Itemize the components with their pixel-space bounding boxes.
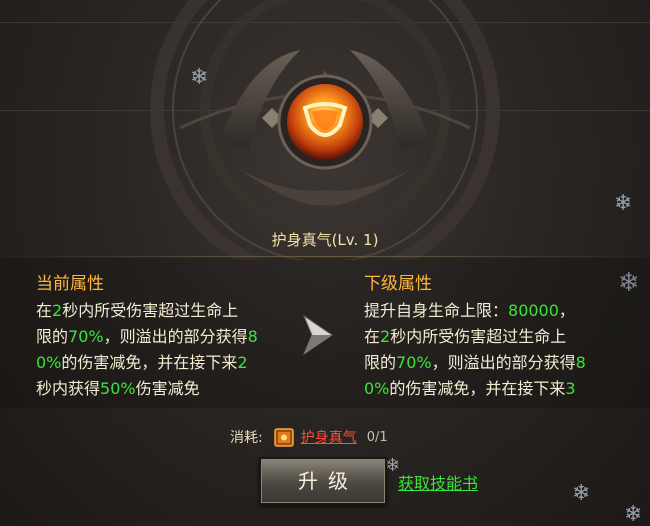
attribute-text: 秒内所受伤害超过生命上 [390,327,567,346]
attribute-line: 0%的伤害减免，并在接下来2 [36,350,288,376]
attribute-text: 限的 [364,353,397,372]
attribute-line: 秒内获得50%伤害减免 [36,376,288,402]
highlight-value: 3 [565,379,576,398]
cost-item-name[interactable]: 护身真气 [301,427,357,447]
skill-emblem [150,0,500,260]
attribute-text: 在 [364,327,381,346]
attribute-text: 限的 [36,327,69,346]
attribute-text: 秒内获得 [36,379,101,398]
attribute-line: 限的70%，则溢出的部分获得8 [36,324,288,350]
highlight-value: 2 [380,327,391,346]
cost-row: 消耗: 护身真气 0/1 [230,425,388,449]
next-attributes-heading: 下级属性 [364,274,432,294]
snowflake-icon: ❄ [572,481,591,506]
current-attributes-text: 在2秒内所受伤害超过生命上 限的70%，则溢出的部分获得8 0%的伤害减免，并在接下… [36,298,288,402]
attribute-text: 提升自身生命上限： [364,301,509,320]
attribute-text: 的伤害减免，并在接下来 [389,379,566,398]
attribute-line: 在2秒内所受伤害超过生命上 [36,298,288,324]
attribute-text: ， [558,301,575,320]
attribute-text: 伤害减免 [135,379,200,398]
cost-item-count: 0/1 [366,429,388,445]
snowflake-icon: ❄ [614,191,633,216]
snowflake-icon: ❄ [190,65,209,90]
divider [0,256,650,257]
next-attributes-text: 提升自身生命上限：80000， 在2秒内所受伤害超过生命上 限的70%，则溢出的部分… [364,298,616,402]
next-attributes: 下级属性 提升自身生命上限：80000， 在2秒内所受伤害超过生命上 限的70%，则… [364,272,616,402]
highlight-value: 0% [36,353,62,372]
cost-label: 消耗: [230,430,263,446]
skill-upgrade-panel: ❄ ❄ ❄ ❄ ❄ ❄ 护身真气(Lv. 1) 当前属性 在2秒内所受伤害超过生… [0,0,650,526]
upgrade-button[interactable]: 升级 [259,457,387,505]
highlight-value: 8 [247,327,258,346]
highlight-value: 8 [575,353,586,372]
highlight-value: 70% [396,353,432,372]
skill-title: 护身真气(Lv. 1) [0,229,650,250]
skill-name: 护身真气 [271,231,332,249]
skill-level: (Lv. 1) [331,231,379,249]
highlight-value: 0% [364,379,390,398]
arrow-right-icon [302,314,333,356]
highlight-value: 2 [237,353,248,372]
attribute-line: 在2秒内所受伤害超过生命上 [364,324,616,350]
attribute-text: 的伤害减免，并在接下来 [61,353,238,372]
highlight-value: 2 [52,301,63,320]
attribute-text: ，则溢出的部分获得 [103,327,248,346]
highlight-value: 80000 [508,301,559,320]
attribute-text: ，则溢出的部分获得 [431,353,576,372]
highlight-value: 50% [100,379,136,398]
highlight-value: 70% [68,327,104,346]
attribute-line: 0%的伤害减免，并在接下来3 [364,376,616,402]
get-skill-book-link[interactable]: 获取技能书 [398,470,478,494]
attribute-text: 在 [36,301,53,320]
current-attributes-heading: 当前属性 [36,274,104,294]
current-attributes: 当前属性 在2秒内所受伤害超过生命上 限的70%，则溢出的部分获得8 0%的伤害减免… [36,272,288,402]
attribute-line: 提升自身生命上限：80000， [364,298,616,324]
snowflake-icon: ❄ [624,502,643,526]
attribute-text: 秒内所受伤害超过生命上 [62,301,239,320]
attribute-line: 限的70%，则溢出的部分获得8 [364,350,616,376]
skill-book-icon[interactable] [273,426,295,448]
